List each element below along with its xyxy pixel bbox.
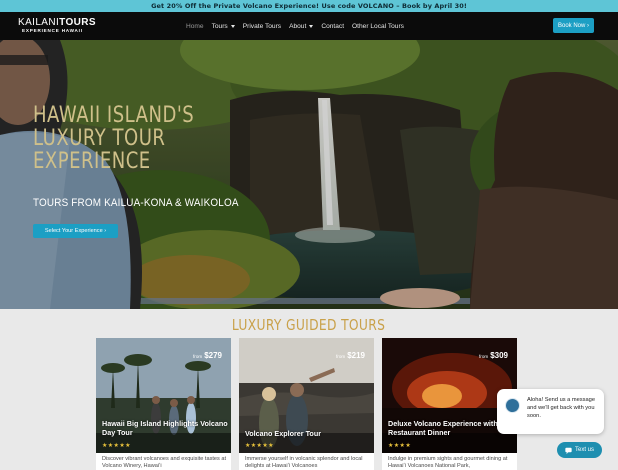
price-amount: $279 <box>204 351 222 360</box>
logo-word-kailani: KAILANI <box>18 17 60 28</box>
star-rating: ★★★★★ <box>245 443 274 449</box>
chevron-down-icon <box>309 24 314 28</box>
text-us-button[interactable]: Text us <box>557 442 602 458</box>
tour-card-explorer[interactable]: from $219 Volcano Explorer Tour ★★★★★ Imm… <box>239 338 374 470</box>
text-us-label: Text us <box>574 447 594 453</box>
tour-name[interactable]: Deluxe Volcano Experience with Restauran… <box>388 419 514 437</box>
site-header: KAILANITOURS EXPERIENCE HAWAII Home Tour… <box>0 12 618 40</box>
logo-word-tours: TOURS <box>59 17 96 28</box>
section-title-text: LUXURY GUIDED TOURS <box>232 316 386 334</box>
logo-tagline: EXPERIENCE HAWAII <box>22 28 83 33</box>
tour-price: from $279 <box>193 345 222 363</box>
hero-subtitle: TOURS FROM KAILUA-KONA & WAIKOLOA <box>33 197 239 209</box>
star-rating: ★★★★★ <box>102 443 131 449</box>
nav-label: Contact <box>321 22 345 30</box>
chat-greeting-bubble[interactable]: Aloha! Send us a message and we'll get b… <box>497 389 604 434</box>
tour-description: Indulge in premium sights and gourmet di… <box>388 456 508 470</box>
star-rating: ★★★★ <box>388 443 412 449</box>
tour-price: from $219 <box>336 345 365 363</box>
book-now-button[interactable]: Book Now › <box>553 18 594 33</box>
main-nav: Home Tours Private Tours About Contact O… <box>182 12 408 40</box>
price-amount: $309 <box>490 351 508 360</box>
tour-card-highlights[interactable]: from $279 Hawaii Big Island Highlights Vo… <box>96 338 231 470</box>
tour-description: Immerse yourself in volcanic splendor an… <box>245 456 363 470</box>
chat-avatar <box>505 398 520 413</box>
hero-background-image <box>0 40 618 309</box>
nav-item-contact[interactable]: Contact <box>317 23 348 30</box>
nav-label: Other Local Tours <box>352 22 404 30</box>
chevron-down-icon <box>230 24 235 28</box>
tour-name[interactable]: Volcano Explorer Tour <box>245 429 371 439</box>
price-from-label: from <box>193 354 203 359</box>
site-logo[interactable]: KAILANITOURS EXPERIENCE HAWAII <box>18 17 96 35</box>
promo-banner[interactable]: Get 20% Off the Private Volcano Experien… <box>0 0 618 12</box>
section-title: LUXURY GUIDED TOURS <box>0 316 618 334</box>
nav-item-home[interactable]: Home <box>182 23 208 30</box>
chat-message: Aloha! Send us a message and we'll get b… <box>527 397 595 419</box>
hero-banner: Hawaii Island's Luxury Tour Experience T… <box>0 40 618 309</box>
tour-description: Discover vibrant volcanoes and exquisite… <box>102 456 227 470</box>
nav-label: Tours <box>211 22 228 30</box>
nav-label: About <box>289 22 307 30</box>
nav-item-private-tours[interactable]: Private Tours <box>239 23 285 30</box>
select-experience-button[interactable]: Select Your Experience › <box>33 224 118 238</box>
tour-name[interactable]: Hawaii Big Island Highlights Volcano Day… <box>102 419 228 437</box>
nav-label: Home <box>186 22 204 30</box>
price-from-label: from <box>479 354 489 359</box>
nav-label: Private Tours <box>242 22 282 30</box>
chat-icon <box>565 447 572 454</box>
price-amount: $219 <box>347 351 365 360</box>
hero-title: Hawaii Island's Luxury Tour Experience <box>33 103 195 174</box>
promo-text: Get 20% Off the Private Volcano Experien… <box>151 2 467 10</box>
nav-item-tours[interactable]: Tours <box>208 23 239 30</box>
price-from-label: from <box>336 354 346 359</box>
nav-item-other-local-tours[interactable]: Other Local Tours <box>348 23 408 30</box>
tour-price: from $309 <box>479 345 508 363</box>
nav-item-about[interactable]: About <box>285 23 317 30</box>
